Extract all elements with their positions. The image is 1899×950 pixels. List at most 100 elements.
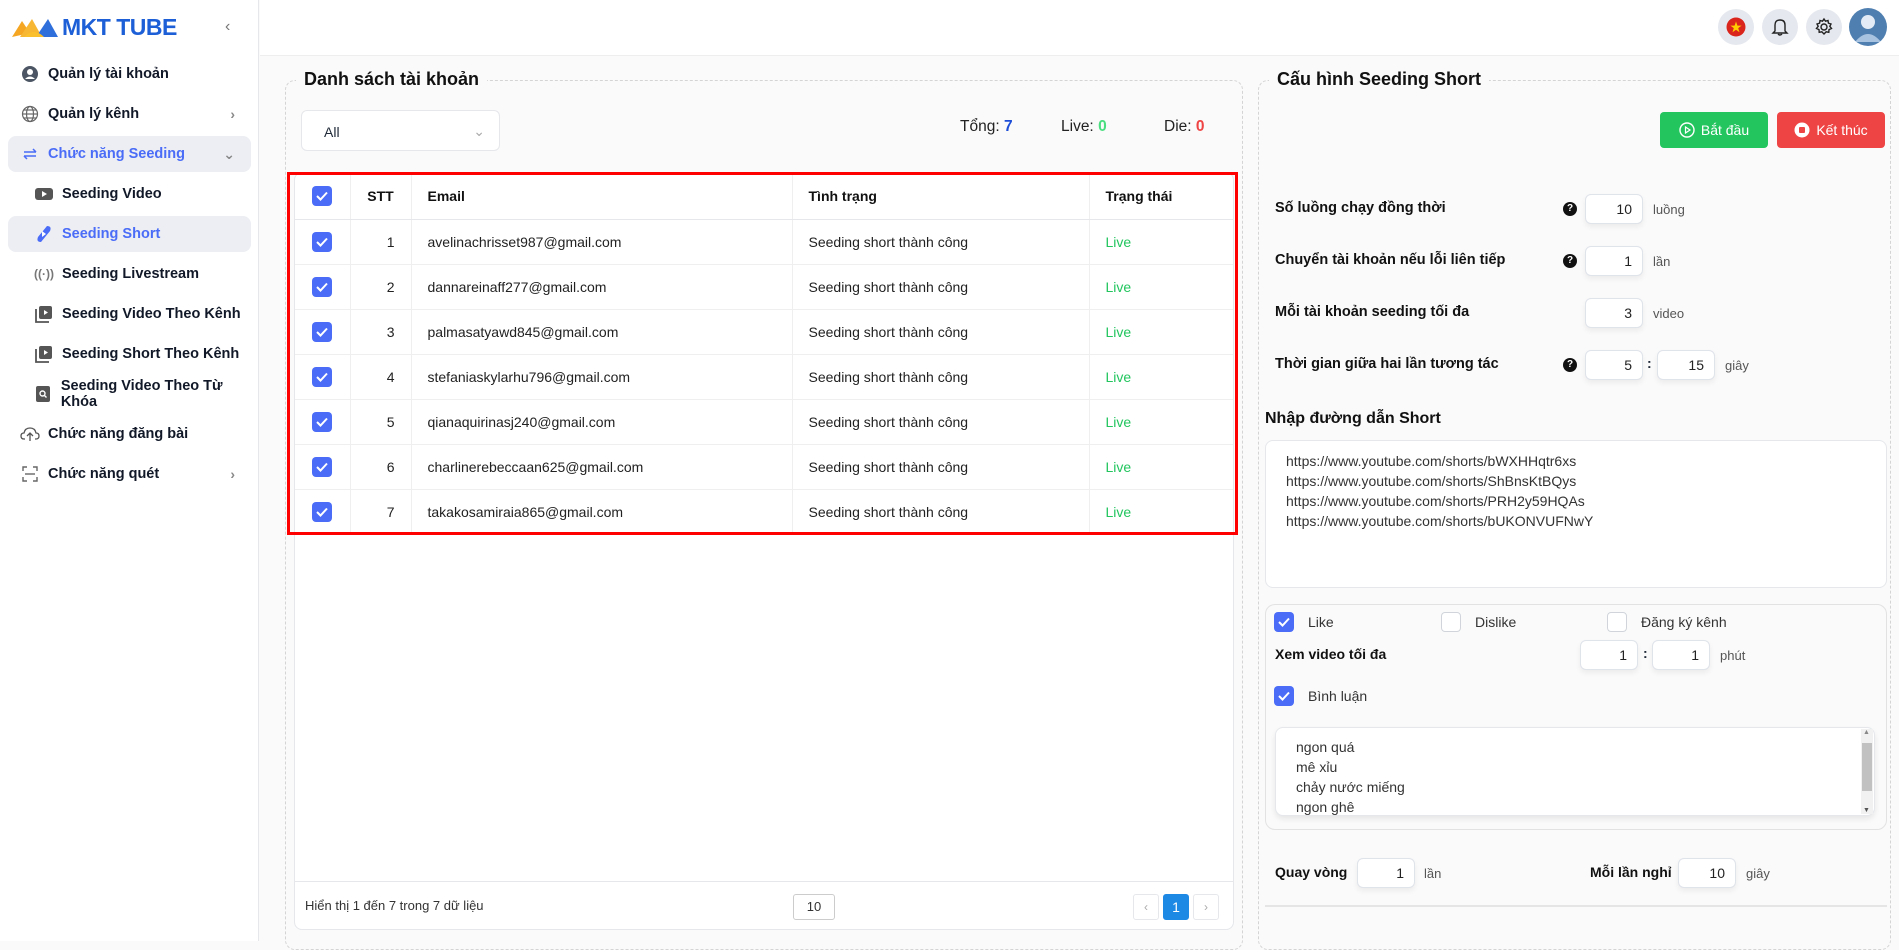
row-status: Seeding short thành công — [792, 309, 1090, 355]
playlist-icon — [34, 304, 54, 324]
table-row[interactable]: 7 takakosamiraia865@gmail.com Seeding shor… — [295, 489, 1233, 535]
sidebar-item-seeding-livestream[interactable]: ((·)) Seeding Livestream — [8, 256, 251, 292]
play-circle-icon — [1679, 122, 1695, 138]
scroll-up-icon[interactable]: ▲ — [1863, 729, 1870, 736]
shorts-icon — [34, 224, 54, 244]
sidebar-item-seeding-video[interactable]: Seeding Video — [8, 176, 251, 212]
scrollbar-thumb[interactable] — [1862, 743, 1872, 791]
rest-input[interactable]: 10 — [1678, 858, 1736, 888]
user-avatar-icon — [1855, 15, 1881, 42]
row-select-cell — [295, 489, 351, 535]
app-logo[interactable]: MKT TUBE — [10, 14, 177, 41]
table-row[interactable]: 5 qianaquirinasj240@gmail.com Seeding shor… — [295, 399, 1233, 445]
sidebar-item-seeding-short-by-channel[interactable]: Seeding Short Theo Kênh — [8, 336, 251, 372]
live-stat: Live: 0 — [1061, 118, 1107, 136]
live-label: Live: — [1061, 118, 1094, 135]
checkmark-icon — [316, 417, 328, 427]
row-checkbox[interactable] — [312, 321, 333, 342]
stop-button[interactable]: Kết thúc — [1777, 112, 1885, 148]
next-page-button[interactable]: › — [1193, 894, 1219, 920]
page-1-button[interactable]: 1 — [1163, 894, 1189, 920]
table-row[interactable]: 2 dannareinaff277@gmail.com Seeding short … — [295, 264, 1233, 310]
loop-unit: lần — [1424, 866, 1442, 881]
row-checkbox[interactable] — [312, 276, 333, 297]
page-size-select[interactable]: 10 — [793, 894, 835, 920]
row-checkbox[interactable] — [312, 231, 333, 252]
threads-unit: luồng — [1653, 202, 1685, 217]
column-header-status[interactable]: Tình trạng — [792, 173, 1090, 220]
table-row[interactable]: 6 charlinerebeccaan625@gmail.com Seeding s… — [295, 444, 1233, 490]
watch-min-input[interactable]: 1 — [1580, 640, 1638, 670]
sidebar-item-seeding[interactable]: Chức năng Seeding ⌄ — [8, 136, 251, 172]
table-row[interactable]: 3 palmasatyawd845@gmail.com Seeding short … — [295, 309, 1233, 355]
comments-scrollbar[interactable]: ▲ ▼ — [1861, 729, 1873, 814]
row-status: Seeding short thành công — [792, 489, 1090, 535]
sidebar-item-posting[interactable]: Chức năng đăng bài — [8, 416, 251, 452]
prev-page-button[interactable]: ‹ — [1133, 894, 1159, 920]
loop-input[interactable]: 1 — [1357, 858, 1415, 888]
threads-input[interactable]: 10 — [1585, 194, 1643, 224]
watch-max-input[interactable]: 1 — [1652, 640, 1710, 670]
account-filter-select[interactable]: All ⌄ — [301, 110, 500, 151]
sidebar-item-label: Chức năng Seeding — [48, 146, 185, 162]
collapse-sidebar-icon[interactable]: ‹ — [225, 18, 230, 36]
pagination-summary: Hiển thị 1 đến 7 trong 7 dữ liệu — [305, 898, 484, 913]
avatar[interactable] — [1849, 8, 1887, 46]
interval-min-input[interactable]: 5 — [1585, 350, 1643, 380]
switch-account-input[interactable]: 1 — [1585, 246, 1643, 276]
die-stat: Die: 0 — [1164, 118, 1205, 136]
die-label: Die: — [1164, 118, 1192, 135]
help-icon[interactable]: ? — [1563, 358, 1577, 372]
subscribe-checkbox[interactable] — [1607, 612, 1627, 632]
chevron-down-icon: ⌄ — [223, 145, 235, 162]
row-checkbox[interactable] — [312, 411, 333, 432]
table-row[interactable]: 4 stefaniaskylarhu796@gmail.com Seeding sh… — [295, 354, 1233, 400]
start-button[interactable]: Bắt đầu — [1660, 112, 1768, 148]
table-row[interactable]: 1 avelinachrisset987@gmail.com Seeding sho… — [295, 219, 1233, 265]
dislike-checkbox[interactable] — [1441, 612, 1461, 632]
scroll-down-icon[interactable]: ▼ — [1863, 807, 1870, 814]
row-email: charlinerebeccaan625@gmail.com — [411, 444, 793, 490]
row-checkbox[interactable] — [312, 366, 333, 387]
settings-button[interactable] — [1806, 9, 1842, 45]
row-status: Seeding short thành công — [792, 399, 1090, 445]
sidebar-item-scan[interactable]: Chức năng quét › — [8, 456, 251, 492]
switch-account-label: Chuyển tài khoản nếu lỗi liên tiếp — [1275, 252, 1506, 268]
row-checkbox[interactable] — [312, 456, 333, 477]
interval-max-input[interactable]: 15 — [1657, 350, 1715, 380]
short-links-textarea[interactable]: https://www.youtube.com/shorts/bWXHHqtr6… — [1265, 440, 1887, 588]
like-checkbox[interactable] — [1274, 612, 1294, 632]
checkmark-icon — [1278, 617, 1290, 627]
help-icon[interactable]: ? — [1563, 202, 1577, 216]
sidebar-item-account-management[interactable]: Quản lý tài khoản — [8, 56, 251, 92]
notifications-button[interactable] — [1762, 9, 1798, 45]
total-count: 7 — [1003, 118, 1013, 135]
select-all-cell — [295, 173, 351, 220]
row-state: Live — [1089, 264, 1233, 310]
row-email: avelinachrisset987@gmail.com — [411, 219, 793, 265]
broadcast-icon: ((·)) — [34, 267, 54, 281]
row-state: Live — [1089, 219, 1233, 265]
search-file-icon — [34, 384, 53, 404]
chevron-right-icon: › — [230, 466, 235, 482]
row-email: dannareinaff277@gmail.com — [411, 264, 793, 310]
row-checkbox[interactable] — [312, 501, 333, 522]
sidebar-item-seeding-video-by-keyword[interactable]: Seeding Video Theo Từ Khóa — [8, 376, 251, 412]
row-email: stefaniaskylarhu796@gmail.com — [411, 354, 793, 400]
max-per-account-input[interactable]: 3 — [1585, 298, 1643, 328]
column-header-email[interactable]: Email — [411, 173, 793, 220]
column-header-stt[interactable]: STT — [350, 173, 412, 220]
language-button[interactable] — [1718, 9, 1754, 45]
sidebar-item-seeding-video-by-channel[interactable]: Seeding Video Theo Kênh — [8, 296, 251, 332]
sidebar-item-seeding-short[interactable]: Seeding Short — [8, 216, 251, 252]
sidebar-item-channel-management[interactable]: Quản lý kênh › — [8, 96, 251, 132]
sidebar-item-label: Seeding Video — [62, 186, 162, 202]
user-circle-icon — [20, 64, 40, 84]
column-header-state[interactable]: Trạng thái — [1089, 173, 1233, 220]
sidebar-item-label: Quản lý tài khoản — [48, 66, 169, 82]
select-all-checkbox[interactable] — [312, 185, 333, 206]
help-icon[interactable]: ? — [1563, 254, 1577, 268]
comment-checkbox[interactable] — [1274, 686, 1294, 706]
rest-unit: giây — [1746, 866, 1770, 881]
comments-textarea[interactable]: ngon quá mê xỉu chảy nước miếng ngon ghê — [1275, 727, 1875, 816]
